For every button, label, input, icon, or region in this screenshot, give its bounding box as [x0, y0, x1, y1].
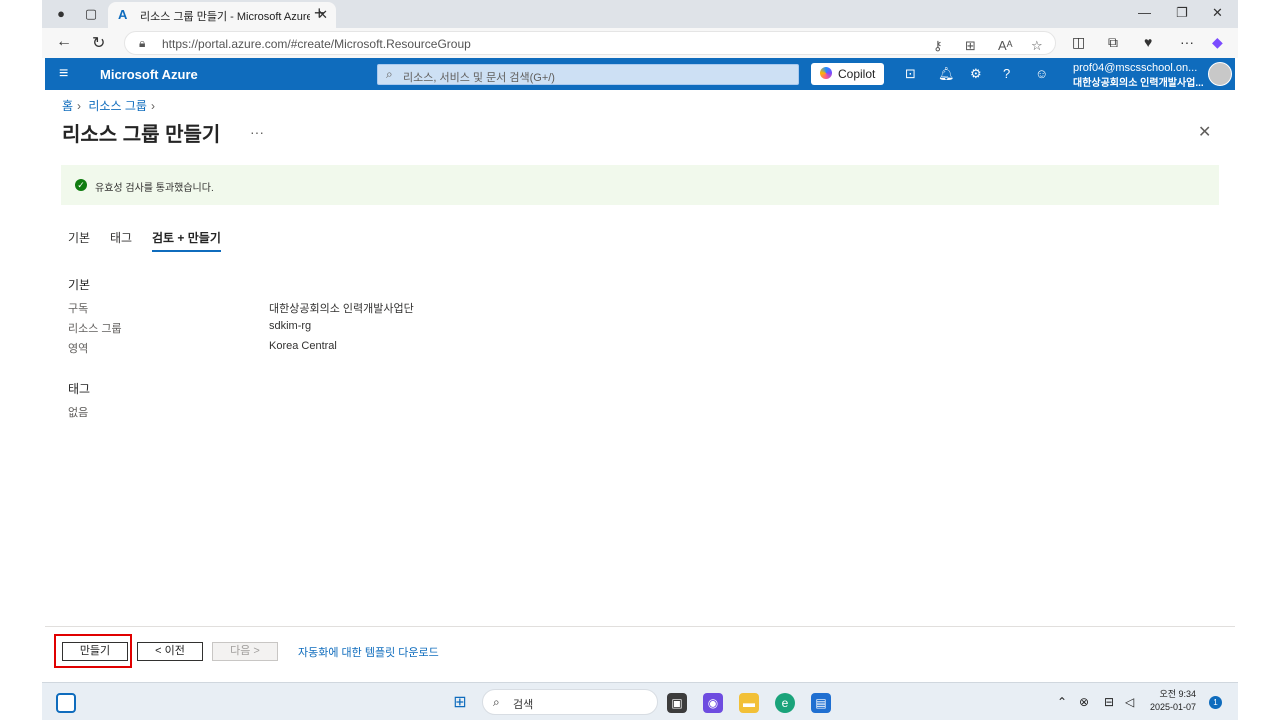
edge-icon[interactable]: e [775, 693, 795, 713]
subscription-value: 대한상공회의소 인력개발사업단 [269, 303, 414, 315]
page-title: 리소스 그룹 만들기 [62, 124, 221, 146]
validation-message: 유효성 검사를 통과했습니다. [95, 183, 214, 194]
teams-icon[interactable]: ◉ [703, 693, 723, 713]
tab-title: 리소스 그룹 만들기 - Microsoft Azure [140, 11, 310, 23]
browser-title-bar: ● ▢ A 리소스 그룹 만들기 - Microsoft Azure ✕ + —… [42, 0, 1238, 28]
account-org: 대한상공회의소 인력개발사업... [1073, 78, 1204, 89]
previous-button[interactable]: < 이전 [137, 642, 203, 661]
copilot-browser-icon[interactable]: ◆ [1212, 34, 1223, 51]
copilot-label: Copilot [838, 67, 876, 81]
browser-essentials-icon[interactable]: ♥ [1144, 34, 1152, 50]
store-icon[interactable]: ▤ [811, 693, 831, 713]
search-icon: ⌕ [386, 67, 393, 81]
notifications-bell-icon[interactable]: 🔔︎ [938, 66, 955, 82]
clock-date: 2025-01-07 [1150, 702, 1197, 712]
portal-menu-icon[interactable]: ≡ [59, 65, 68, 83]
feedback-icon[interactable]: ☺ [1035, 66, 1048, 81]
settings-more-icon[interactable]: ··· [1180, 34, 1194, 50]
collections-icon[interactable]: ⧉ [1108, 34, 1118, 51]
next-button[interactable]: 다음 > [212, 642, 278, 661]
back-icon[interactable]: ← [56, 33, 72, 51]
new-tab-icon[interactable]: + [314, 3, 325, 24]
clock-time: 오전 9:34 [1159, 689, 1197, 699]
favorite-star-icon[interactable]: ☆ [1031, 38, 1043, 54]
success-check-icon: ✓ [75, 179, 87, 191]
footer-divider [45, 626, 1235, 627]
restore-icon[interactable]: ❐ [1176, 5, 1188, 21]
app-available-icon[interactable]: ⊞ [965, 38, 976, 54]
azure-logo-icon: A [118, 7, 128, 22]
minimize-icon[interactable]: — [1138, 5, 1151, 20]
profile-icon[interactable]: ● [52, 5, 70, 23]
tab-tags[interactable]: 태그 [110, 229, 132, 246]
copilot-button[interactable]: Copilot [811, 63, 884, 85]
tags-value: 없음 [68, 407, 89, 419]
azure-brand[interactable]: Microsoft Azure [100, 67, 198, 82]
lock-icon: 🔒︎ [139, 36, 146, 50]
more-options-icon[interactable]: ··· [250, 124, 264, 140]
breadcrumb-separator: › [77, 99, 82, 113]
start-icon[interactable]: ⊞ [450, 693, 470, 713]
taskbar-search-label: 검색 [513, 699, 534, 711]
widgets-icon[interactable] [56, 693, 76, 713]
help-icon[interactable]: ? [1003, 66, 1010, 81]
split-screen-icon[interactable]: ◫ [1072, 34, 1085, 51]
resource-group-label: 리소스 그룹 [68, 323, 122, 335]
file-explorer-icon[interactable]: ▬ [739, 693, 759, 713]
key-icon[interactable]: ⚷ [933, 38, 943, 54]
browser-toolbar: ← ↻ 🔒︎ https://portal.azure.com/#create/… [42, 28, 1238, 58]
tab-review-create[interactable]: 검토 + 만들기 [152, 229, 221, 252]
browser-tab-active[interactable]: A 리소스 그룹 만들기 - Microsoft Azure ✕ [108, 2, 336, 28]
cloud-shell-icon[interactable]: ⊡ [905, 66, 916, 82]
global-search-input[interactable]: ⌕ 리소스, 서비스 및 문서 검색(G+/) [377, 64, 799, 85]
region-label: 영역 [68, 343, 89, 355]
address-bar[interactable]: 🔒︎ https://portal.azure.com/#create/Micr… [124, 31, 1056, 55]
account-menu[interactable]: prof04@mscsschool.on... 대한상공회의소 인력개발사업..… [1073, 62, 1204, 89]
window-close-icon[interactable]: ✕ [1212, 5, 1223, 21]
account-email: prof04@mscsschool.on... [1073, 62, 1198, 74]
breadcrumb-separator: › [150, 99, 155, 113]
clock[interactable]: 오전 9:34 2025-01-07 [1150, 688, 1196, 714]
browser-window: ● ▢ A 리소스 그룹 만들기 - Microsoft Azure ✕ + —… [42, 0, 1238, 720]
breadcrumb-home[interactable]: 홈 [62, 99, 73, 113]
subscription-label: 구독 [68, 303, 89, 315]
azure-top-bar: ≡ Microsoft Azure ⌕ 리소스, 서비스 및 문서 검색(G+/… [45, 58, 1235, 90]
avatar[interactable] [1208, 62, 1232, 86]
taskbar-search[interactable]: ⌕ 검색 [482, 689, 658, 715]
tray-chevron-icon[interactable]: ⌃ [1057, 695, 1067, 709]
tags-heading: 태그 [68, 382, 91, 396]
settings-gear-icon[interactable]: ⚙ [970, 66, 982, 82]
network-icon[interactable]: ⊟ [1104, 695, 1114, 709]
task-view-icon[interactable]: ▣ [667, 693, 687, 713]
breadcrumb: 홈 › 리소스 그룹 › [62, 97, 159, 114]
windows-taskbar: ⊞ ⌕ 검색 ▣ ◉ ▬ e ▤ ⌃ ⊗ ⊟ ◁ 오전 9:34 2025-01… [42, 682, 1238, 720]
download-template-link[interactable]: 자동화에 대한 템플릿 다운로드 [298, 644, 439, 660]
url-text: https://portal.azure.com/#create/Microso… [162, 37, 471, 51]
search-icon: ⌕ [493, 695, 500, 709]
search-placeholder: 리소스, 서비스 및 문서 검색(G+/) [403, 72, 555, 84]
create-button[interactable]: 만들기 [62, 642, 128, 661]
basics-heading: 기본 [68, 278, 91, 292]
tab-actions-icon[interactable]: ▢ [82, 5, 100, 23]
refresh-icon[interactable]: ↻ [92, 33, 105, 53]
tray-close-circle-icon[interactable]: ⊗ [1079, 695, 1089, 709]
breadcrumb-resource-groups[interactable]: 리소스 그룹 [88, 99, 147, 113]
region-value: Korea Central [269, 340, 337, 352]
tab-basics[interactable]: 기본 [68, 229, 90, 246]
close-blade-icon[interactable]: ✕ [1198, 122, 1211, 142]
resource-group-value: sdkim-rg [269, 320, 312, 332]
volume-icon[interactable]: ◁ [1125, 695, 1134, 709]
validation-banner: ✓ 유효성 검사를 통과했습니다. [61, 165, 1219, 205]
read-aloud-icon[interactable]: Aᴬ [998, 38, 1013, 53]
copilot-icon [820, 67, 832, 79]
notification-badge[interactable]: 1 [1209, 696, 1222, 709]
